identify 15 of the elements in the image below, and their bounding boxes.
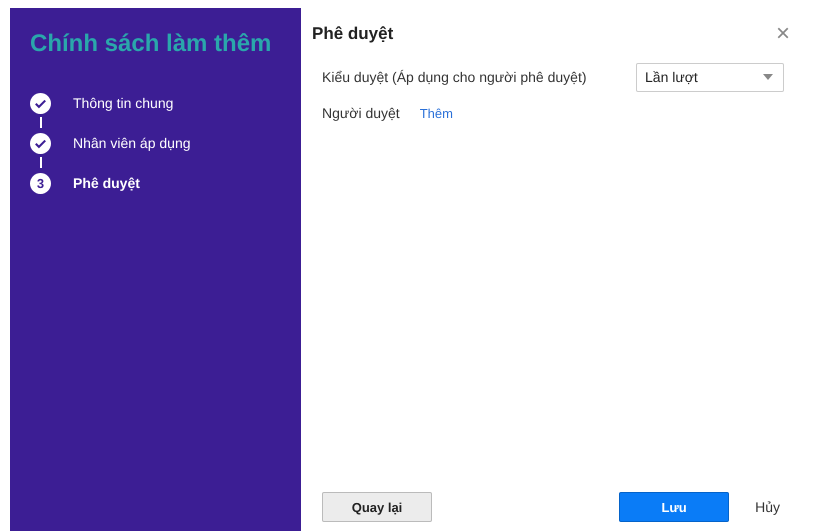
caret-icon: [763, 74, 773, 80]
field-label: Người duyệt: [322, 105, 400, 121]
approval-type-dropdown[interactable]: Lần lượt: [636, 62, 784, 92]
dialog-title: Phê duyệt: [312, 24, 394, 44]
step-number: 3: [30, 172, 51, 194]
sidebar-title: Chính sách làm thêm: [30, 30, 272, 58]
cancel-button[interactable]: Hủy: [755, 499, 794, 515]
step-label[interactable]: Nhân viên áp dụng: [73, 135, 191, 151]
step-label[interactable]: Phê duyệt: [73, 175, 140, 191]
close-button[interactable]: ×: [772, 22, 794, 46]
back-button[interactable]: Quay lại: [322, 492, 432, 522]
step-label[interactable]: Thông tin chung: [73, 95, 174, 111]
add-link[interactable]: Thêm: [420, 106, 453, 120]
field-label: Kiểu duyệt (Áp dụng cho người phê duyệt): [322, 69, 588, 85]
save-button[interactable]: Lưu: [619, 492, 730, 522]
